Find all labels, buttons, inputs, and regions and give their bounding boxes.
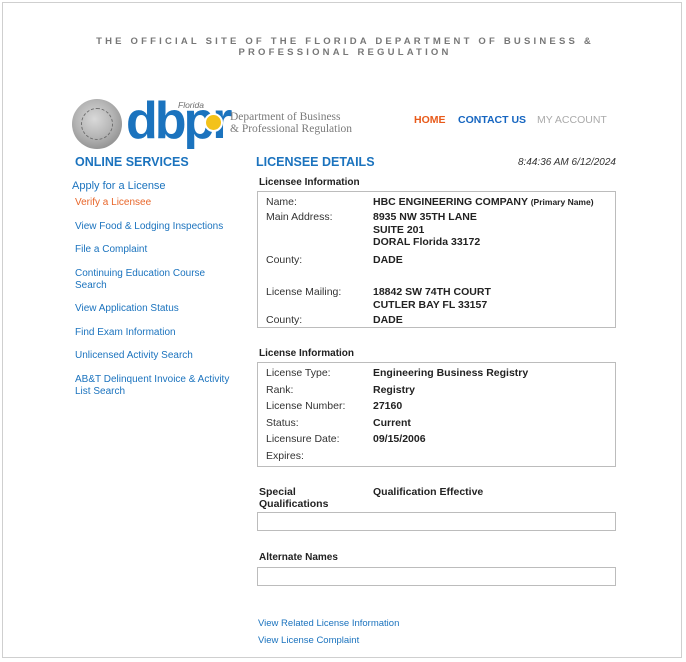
dept-line-1: Department of Business <box>230 111 341 123</box>
special-qualifications-label: Special Qualifications <box>259 486 329 510</box>
qualification-effective-label: Qualification Effective <box>373 486 484 498</box>
banner-line-1: THE OFFICIAL SITE OF THE FLORIDA DEPARTM… <box>96 36 594 47</box>
sidebar-item-unlicensed-activity[interactable]: Unlicensed Activity Search <box>75 350 193 362</box>
mailing-county-label: County: <box>266 314 303 326</box>
primary-name-note: (Primary Name) <box>530 197 594 207</box>
nav-contact-link[interactable]: CONTACT US <box>458 114 526 126</box>
sidebar-item-ce-course-search[interactable]: Continuing Education Course Search <box>75 268 225 292</box>
sidebar-item-verify-licensee[interactable]: Verify a Licensee <box>75 197 151 209</box>
dept-line-2: & Professional Regulation <box>230 123 353 135</box>
license-type-label: License Type: <box>266 367 331 379</box>
rank-label: Rank: <box>266 384 294 396</box>
timestamp: 8:44:36 AM 6/12/2024 <box>517 157 616 168</box>
address-line-2: SUITE 201 <box>373 223 425 236</box>
license-mailing-label: License Mailing: <box>266 286 342 298</box>
page-title: LICENSEE DETAILS <box>256 155 375 169</box>
name-label: Name: <box>266 196 297 208</box>
county-label: County: <box>266 254 303 266</box>
rank-value: Registry <box>373 384 416 396</box>
license-info-box: License Type: Engineering Business Regis… <box>257 362 616 467</box>
alternate-names-box <box>257 567 616 586</box>
address-line-1: 8935 NW 35TH LANE <box>373 211 477 223</box>
license-number-label: License Number: <box>266 400 346 412</box>
sidebar-item-exam-info[interactable]: Find Exam Information <box>75 327 176 339</box>
nav-my-account-link[interactable]: MY ACCOUNT <box>537 114 607 126</box>
logo-department-name: Department of Business & Professional Re… <box>230 111 352 135</box>
status-label: Status: <box>266 417 299 429</box>
alternate-names-heading: Alternate Names <box>259 552 338 563</box>
sun-icon <box>204 113 223 132</box>
mailing-county-value: DADE <box>373 314 403 326</box>
view-license-complaint-link[interactable]: View License Complaint <box>258 635 359 646</box>
licensee-info-box: Name: HBC ENGINEERING COMPANY (Primary N… <box>257 191 616 328</box>
nav-home-link[interactable]: HOME <box>414 114 446 126</box>
main-address-label: Main Address: <box>266 211 333 223</box>
sidebar-item-apply-license[interactable]: Apply for a License <box>72 180 166 192</box>
status-value: Current <box>373 417 411 429</box>
logo-florida-text: Florida <box>178 100 204 110</box>
license-type-value: Engineering Business Registry <box>373 367 529 379</box>
sidebar-title: ONLINE SERVICES <box>75 155 189 169</box>
license-mailing-value: 18842 SW 74TH COURT CUTLER BAY FL 33157 <box>373 286 491 311</box>
expires-label: Expires: <box>266 450 304 462</box>
license-info-heading: License Information <box>259 348 355 359</box>
name-value: HBC ENGINEERING COMPANY (Primary Name) <box>373 196 594 209</box>
mailing-line-1: 18842 SW 74TH COURT <box>373 286 491 298</box>
sidebar-item-file-complaint[interactable]: File a Complaint <box>75 244 147 256</box>
sidebar-item-food-lodging[interactable]: View Food & Lodging Inspections <box>75 221 223 233</box>
dbpr-logo[interactable]: dbpr Florida Department of Business & Pr… <box>70 92 360 150</box>
view-related-license-link[interactable]: View Related License Information <box>258 618 399 629</box>
licensee-info-heading: Licensee Information <box>259 177 360 188</box>
site-banner: THE OFFICIAL SITE OF THE FLORIDA DEPARTM… <box>90 36 600 58</box>
banner-line-2: PROFESSIONAL REGULATION <box>238 47 452 58</box>
florida-seal-icon <box>72 99 122 149</box>
county-value: DADE <box>373 254 403 266</box>
main-address-value: 8935 NW 35TH LANE SUITE 201 DORAL Florid… <box>373 211 480 249</box>
special-qualifications-box <box>257 512 616 531</box>
mailing-line-2: CUTLER BAY FL 33157 <box>373 298 488 311</box>
licensee-name: HBC ENGINEERING COMPANY <box>373 196 528 208</box>
license-number-value: 27160 <box>373 400 403 412</box>
address-line-3: DORAL Florida 33172 <box>373 236 481 248</box>
sidebar-item-application-status[interactable]: View Application Status <box>75 303 179 315</box>
licensure-date-label: Licensure Date: <box>266 433 340 445</box>
licensure-date-value: 09/15/2006 <box>373 433 426 445</box>
sidebar-item-abt-delinquent[interactable]: AB&T Delinquent Invoice & Activity List … <box>75 374 235 398</box>
